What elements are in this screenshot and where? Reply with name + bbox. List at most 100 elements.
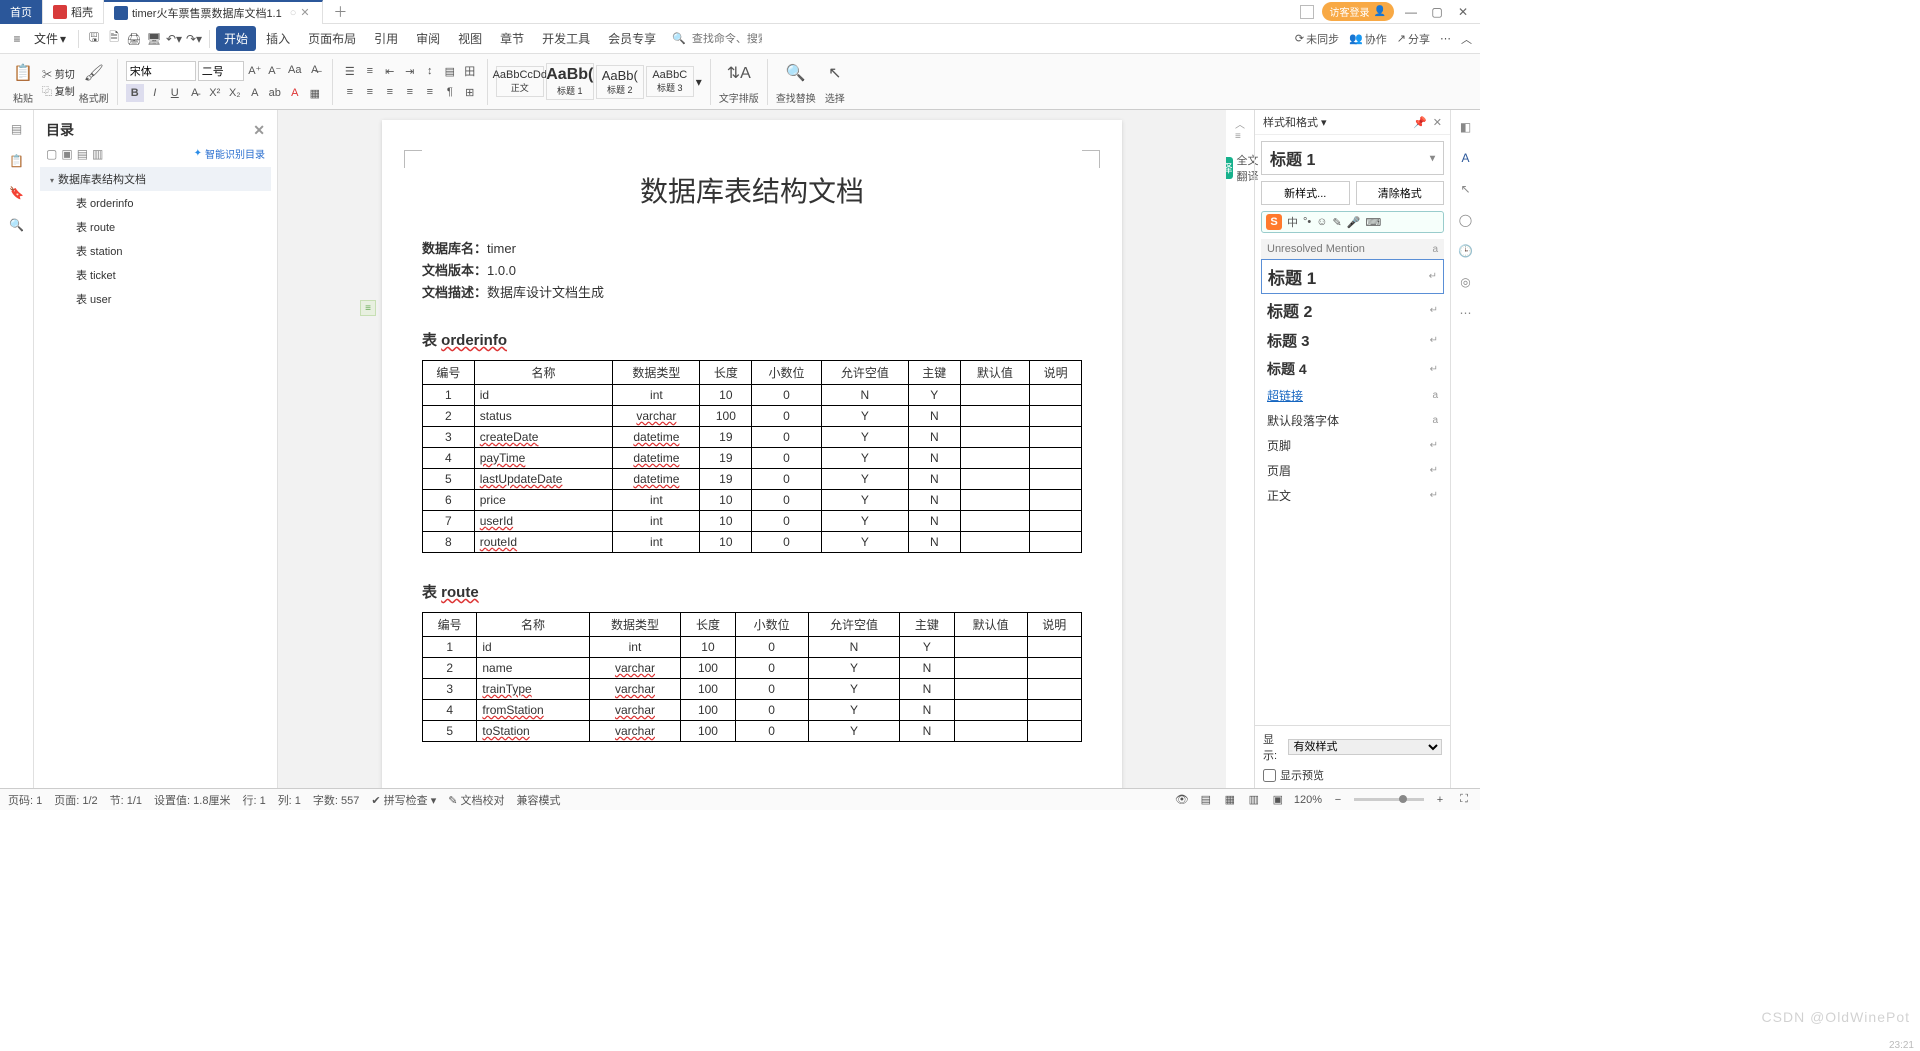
menu-tab-member[interactable]: 会员专享 — [600, 26, 664, 51]
clipboard-icon[interactable]: 📋 — [8, 152, 26, 170]
bookmark-icon[interactable]: 🔖 — [8, 184, 26, 202]
style-tool-icon[interactable]: A — [1457, 149, 1475, 167]
format-brush-icon[interactable]: 🖌 — [79, 58, 109, 88]
win-close-icon[interactable]: ✕ — [1454, 5, 1472, 19]
zoom-in-icon[interactable]: + — [1432, 794, 1448, 806]
tab-shell[interactable]: 稻壳 — [43, 0, 104, 24]
share-button[interactable]: ↗ 分享 — [1397, 31, 1430, 47]
shrink-font-icon[interactable]: A⁻ — [266, 61, 284, 79]
case-icon[interactable]: Aa — [286, 61, 304, 79]
sb-col[interactable]: 列: 1 — [278, 792, 301, 808]
subscript-icon[interactable]: X₂ — [226, 84, 244, 102]
target-icon[interactable]: ◎ — [1457, 273, 1475, 291]
sb-compat[interactable]: 兼容模式 — [517, 792, 561, 808]
style-h1[interactable]: AaBb(标题 1 — [546, 63, 594, 100]
style-row[interactable]: 默认段落字体a — [1261, 408, 1444, 433]
paste-icon[interactable]: 📋 — [8, 58, 38, 88]
style-more-icon[interactable]: ▾ — [696, 75, 702, 89]
fullscreen-icon[interactable]: ⛶ — [1456, 793, 1472, 806]
style-row[interactable]: Unresolved Mentiona — [1261, 239, 1444, 259]
toc-tool-icon[interactable]: ▣ — [61, 147, 72, 161]
ime-toolbar[interactable]: S 中 °• ☺ ✎ 🎤 ⌨ — [1261, 211, 1444, 233]
tab-close-icon[interactable]: ✕ — [300, 6, 312, 19]
linespace-icon[interactable]: ↕ — [421, 62, 439, 80]
style-row[interactable]: 标题 3↵ — [1261, 326, 1444, 355]
highlight-icon[interactable]: ab — [266, 84, 284, 102]
view-read-icon[interactable]: ▣ — [1270, 793, 1286, 806]
cursor-icon[interactable]: ↖ — [1457, 180, 1475, 198]
bullets-icon[interactable]: ☰ — [341, 62, 359, 80]
strike-icon[interactable]: A̵ — [186, 84, 204, 102]
ime-cn-icon[interactable]: 中 — [1287, 214, 1298, 230]
win-min-icon[interactable]: — — [1402, 5, 1420, 19]
panel-close-icon[interactable]: ✕ — [1433, 116, 1442, 129]
menu-tab-start[interactable]: 开始 — [216, 26, 256, 51]
style-row[interactable]: 标题 1↵ — [1261, 259, 1444, 294]
page-mark-icon[interactable]: ≡ — [360, 300, 376, 316]
preview-checkbox[interactable] — [1263, 769, 1276, 782]
style-row[interactable]: 超链接a — [1261, 383, 1444, 408]
copy-button[interactable]: ⿻ 复制 — [42, 83, 75, 98]
style-row[interactable]: 页眉↵ — [1261, 458, 1444, 483]
undo-icon[interactable]: ↶▾ — [165, 30, 183, 48]
bold-icon[interactable]: B — [126, 84, 144, 102]
toc-tool-icon[interactable]: ▤ — [77, 147, 88, 161]
redo-icon[interactable]: ↷▾ — [185, 30, 203, 48]
hamburger-icon[interactable]: ≡ — [8, 30, 26, 48]
new-style-button[interactable]: 新样式... — [1261, 181, 1350, 205]
style-row[interactable]: 页脚↵ — [1261, 433, 1444, 458]
toolbox-icon[interactable]: ◧ — [1457, 118, 1475, 136]
tab-add-button[interactable]: ＋ — [323, 2, 357, 22]
grow-font-icon[interactable]: A⁺ — [246, 61, 264, 79]
search-input[interactable] — [692, 33, 762, 45]
find-group[interactable]: 🔍查找替换 — [776, 58, 816, 105]
toc-tool-icon[interactable]: ▢ — [46, 147, 57, 161]
font-effect-icon[interactable]: A — [246, 84, 264, 102]
toc-root[interactable]: 数据库表结构文档 — [40, 167, 271, 191]
style-normal[interactable]: AaBbCcDd正文 — [496, 66, 544, 97]
menu-tab-ref[interactable]: 引用 — [366, 26, 406, 51]
underline-icon[interactable]: U — [166, 84, 184, 102]
grid-icon[interactable] — [1300, 5, 1314, 19]
toc-item[interactable]: 表 ticket — [40, 263, 271, 287]
shading-icon[interactable]: ▤ — [441, 62, 459, 80]
menu-tab-view[interactable]: 视图 — [450, 26, 490, 51]
more-icon[interactable]: ⋯ — [1457, 304, 1475, 322]
sb-line[interactable]: 行: 1 — [242, 792, 265, 808]
win-restore-icon[interactable]: ▢ — [1428, 5, 1446, 19]
ime-keyboard-icon[interactable]: ⌨ — [1365, 216, 1381, 229]
style-row[interactable]: 标题 2↵ — [1261, 294, 1444, 326]
sb-spell[interactable]: ✔ 拼写检查 ▾ — [371, 792, 436, 808]
view-web-icon[interactable]: ▦ — [1222, 793, 1238, 806]
align-justify-icon[interactable]: ≡ — [401, 83, 419, 101]
textdir-group[interactable]: ⇅A文字排版 — [719, 58, 759, 105]
distribute-icon[interactable]: ≡ — [421, 83, 439, 101]
outline-icon[interactable]: ▤ — [8, 120, 26, 138]
clock-icon[interactable]: 🕒 — [1457, 242, 1475, 260]
shape-icon[interactable]: ◯ — [1457, 211, 1475, 229]
select-group[interactable]: ↖选择 — [820, 58, 850, 105]
ime-skin-icon[interactable]: ✎ — [1332, 216, 1341, 229]
italic-icon[interactable]: I — [146, 84, 164, 102]
zoom-out-icon[interactable]: − — [1330, 794, 1346, 806]
sync-status[interactable]: ⟳ 未同步 — [1295, 31, 1339, 47]
sb-section[interactable]: 节: 1/1 — [110, 792, 142, 808]
menu-tab-insert[interactable]: 插入 — [258, 26, 298, 51]
print-icon[interactable]: 🖨 — [125, 30, 143, 48]
clear-format-icon[interactable]: A̶ — [306, 61, 324, 79]
sb-proof[interactable]: ✎ 文档校对 — [448, 792, 504, 808]
menu-tab-review[interactable]: 审阅 — [408, 26, 448, 51]
menu-tab-dev[interactable]: 开发工具 — [534, 26, 598, 51]
chevron-up-icon[interactable]: ︿ — [1461, 31, 1472, 47]
numbering-icon[interactable]: ≡ — [361, 62, 379, 80]
style-h3[interactable]: AaBbC标题 3 — [646, 66, 694, 97]
menu-tab-layout[interactable]: 页面布局 — [300, 26, 364, 51]
border-color-icon[interactable]: ▦ — [306, 84, 324, 102]
indent-icon[interactable]: ⇥ — [401, 62, 419, 80]
font-color-icon[interactable]: A — [286, 84, 304, 102]
style-row[interactable]: 标题 4↵ — [1261, 355, 1444, 383]
toc-item[interactable]: 表 route — [40, 215, 271, 239]
tab-home[interactable]: 首页 — [0, 0, 43, 24]
ime-emoji-icon[interactable]: ☺ — [1316, 216, 1327, 228]
more-icon[interactable]: ⋯ — [1440, 31, 1451, 47]
